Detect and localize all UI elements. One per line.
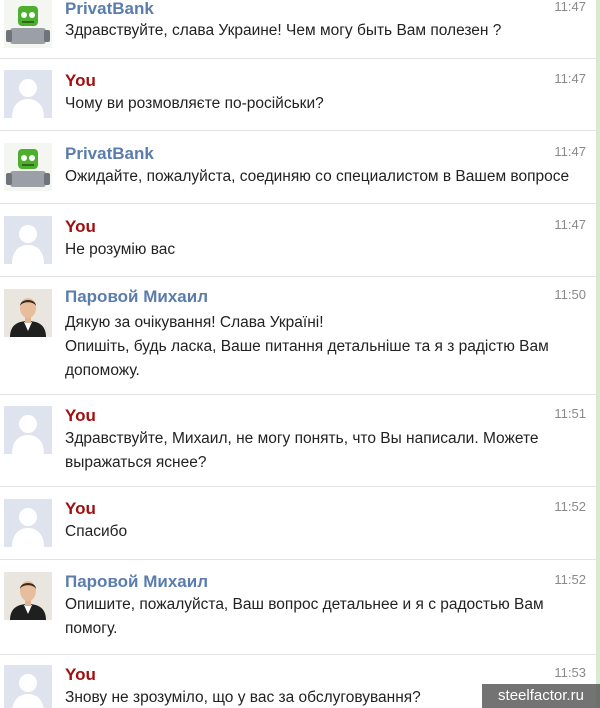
chat-transcript: PrivatBank 11:47 Здравствуйте, слава Укр… — [0, 0, 600, 708]
chat-message: You 11:51 Здравствуйте, Михаил, не могу … — [0, 406, 600, 486]
message-author: Паровой Михаил — [65, 287, 208, 306]
agent-avatar — [4, 289, 52, 337]
message-time: 11:52 — [554, 572, 586, 587]
message-text: Чому ви розмовляєте по-російськи? — [65, 95, 324, 112]
message-author: You — [65, 406, 96, 425]
message-time: 11:47 — [554, 0, 586, 14]
message-divider — [0, 486, 600, 487]
chat-message: Паровой Михаил 11:50 Дякую за очікування… — [0, 287, 600, 394]
message-text: Ожидайте, пожалуйста, соединяю со специа… — [65, 168, 570, 185]
message-text: Опишите, пожалуйста, Ваш вопрос детальне… — [65, 596, 544, 637]
chat-message: You 11:52 Спасибо — [0, 499, 600, 559]
privatbank-bot-avatar — [4, 143, 52, 191]
message-text: Спасибо — [65, 523, 128, 540]
robot-icon — [4, 0, 52, 48]
message-time: 11:52 — [554, 499, 586, 514]
privatbank-bot-avatar — [4, 0, 52, 48]
message-divider — [0, 559, 600, 560]
message-text: Дякую за очікування! Слава Україні! Опиш… — [65, 314, 549, 379]
chat-message: PrivatBank 11:47 Здравствуйте, слава Укр… — [0, 0, 600, 58]
message-divider — [0, 394, 600, 395]
message-author: PrivatBank — [65, 144, 154, 163]
user-avatar — [4, 216, 52, 264]
message-author: PrivatBank — [65, 0, 154, 18]
chat-message: PrivatBank 11:47 Ожидайте, пожалуйста, с… — [0, 143, 600, 203]
message-text: Здравствуйте, слава Украине! Чем могу бы… — [65, 22, 502, 39]
message-author: Паровой Михаил — [65, 572, 208, 591]
agent-photo-icon — [4, 289, 52, 337]
agent-photo-icon — [4, 572, 52, 620]
message-author: You — [65, 217, 96, 236]
message-time: 11:50 — [554, 287, 586, 302]
agent-avatar — [4, 572, 52, 620]
message-text: Здравствуйте, Михаил, не могу понять, чт… — [65, 430, 539, 471]
user-avatar — [4, 665, 52, 708]
message-divider — [0, 276, 600, 277]
user-avatar — [4, 499, 52, 547]
robot-icon — [4, 143, 52, 191]
user-silhouette-icon — [4, 406, 52, 454]
user-silhouette-icon — [4, 70, 52, 118]
user-silhouette-icon — [4, 665, 52, 708]
message-divider — [0, 58, 600, 59]
user-silhouette-icon — [4, 216, 52, 264]
user-silhouette-icon — [4, 499, 52, 547]
message-divider — [0, 203, 600, 204]
user-avatar — [4, 406, 52, 454]
message-text: Не розумію вас — [65, 241, 176, 258]
message-time: 11:51 — [554, 406, 586, 421]
chat-message: You 11:47 Не розумію вас — [0, 216, 600, 276]
scroll-track[interactable] — [596, 0, 600, 708]
message-divider — [0, 654, 600, 655]
message-author: You — [65, 665, 96, 684]
message-time: 11:47 — [554, 217, 586, 232]
message-time: 11:53 — [554, 665, 586, 680]
user-avatar — [4, 70, 52, 118]
chat-message: Паровой Михаил 11:52 Опишите, пожалуйста… — [0, 572, 600, 654]
chat-message: You 11:47 Чому ви розмовляєте по-російсь… — [0, 70, 600, 130]
message-author: You — [65, 499, 96, 518]
watermark: steelfactor.ru — [482, 684, 600, 708]
message-divider — [0, 130, 600, 131]
message-time: 11:47 — [554, 71, 586, 86]
message-time: 11:47 — [554, 144, 586, 159]
message-author: You — [65, 71, 96, 90]
